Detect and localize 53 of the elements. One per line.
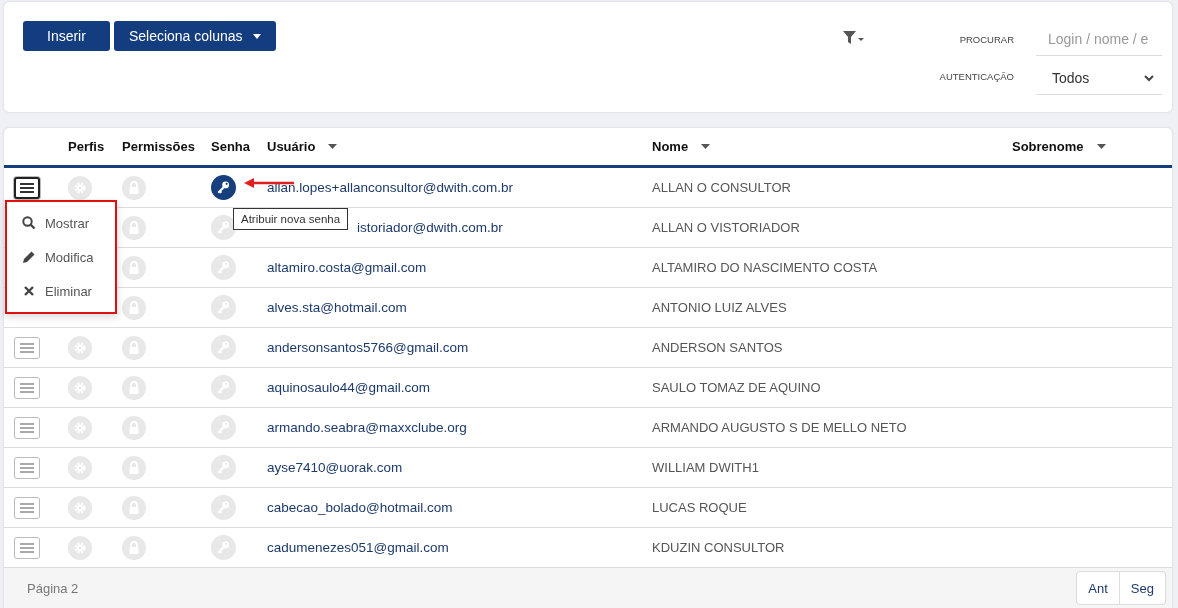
key-icon[interactable] [211,215,236,240]
user-name: KDUZIN CONSULTOR [652,540,785,555]
user-name: ALLAN O VISTORIADOR [652,220,800,235]
key-icon[interactable] [211,175,236,200]
column-header: Perfis [68,139,105,154]
sort-caret-icon[interactable] [701,144,711,149]
menu-item[interactable]: Mostrar [7,206,115,240]
sort-caret-icon[interactable] [328,144,338,149]
user-name: LUCAS ROQUE [652,500,747,515]
lock-icon[interactable] [122,215,146,240]
filter-label: PROCURAR [959,34,1014,45]
columns-dropdown-button[interactable]: Seleciona colunas [113,21,276,51]
user-name: ANTONIO LUIZ ALVES [652,300,787,315]
user-name: WILLIAM DWITH1 [652,460,759,475]
previous-button[interactable]: Ant [1076,571,1120,605]
user-email: ayse7410@uorak.com [267,460,403,475]
chevron-down-icon [1144,74,1154,82]
user-name: ARMANDO AUGUSTO S DE MELLO NETO [652,420,907,435]
pencil-icon [22,250,36,264]
user-email: altamiro.costa@gmail.com [267,260,427,275]
user-email: andersonsantos5766@gmail.com [267,340,469,355]
column-header[interactable]: Nome [652,139,711,154]
close-icon [22,284,36,298]
menu-item[interactable]: Eliminar [7,274,115,308]
search-icon [22,216,36,230]
column-header: Permissões [122,139,195,154]
menu-item[interactable]: Modifica [7,240,115,274]
user-name: ANDERSON SANTOS [652,340,783,355]
filter-label: AUTENTICAÇÃO [939,71,1014,82]
user-name: SAULO TOMAZ DE AQUINO [652,380,821,395]
user-email: istoriador@dwith.com.br [357,220,503,235]
user-email: alves.sta@hotmail.com [267,300,407,315]
user-email: armando.seabra@maxxclube.org [267,420,467,435]
authentication-select[interactable]: Todos [1036,62,1162,95]
insert-button[interactable]: Inserir [23,21,110,51]
page-indicator: Página 2 [27,580,79,596]
column-header[interactable]: Sobrenome [1012,139,1106,154]
filter-icon[interactable] [841,30,864,46]
user-email: allan.lopes+allanconsultor@dwith.com.br [267,180,513,195]
lock-icon[interactable] [122,255,146,280]
column-header: Senha [211,139,250,154]
gear-icon[interactable] [68,175,92,200]
user-name: ALTAMIRO DO NASCIMENTO COSTA [652,260,878,275]
column-header[interactable]: Usuário [267,139,338,154]
row-menu-button[interactable] [14,176,40,199]
next-button[interactable]: Seg [1119,571,1166,605]
user-name: ALLAN O CONSULTOR [652,180,791,195]
sort-caret-icon[interactable] [1096,144,1106,149]
tooltip: Atribuir nova senha [233,208,349,230]
user-email: cabecao_bolado@hotmail.com [267,500,453,515]
lock-icon[interactable] [122,295,146,320]
user-email: aquinosaulo44@gmail.com [267,380,431,395]
user-email: cadumenezes051@gmail.com [267,540,449,555]
